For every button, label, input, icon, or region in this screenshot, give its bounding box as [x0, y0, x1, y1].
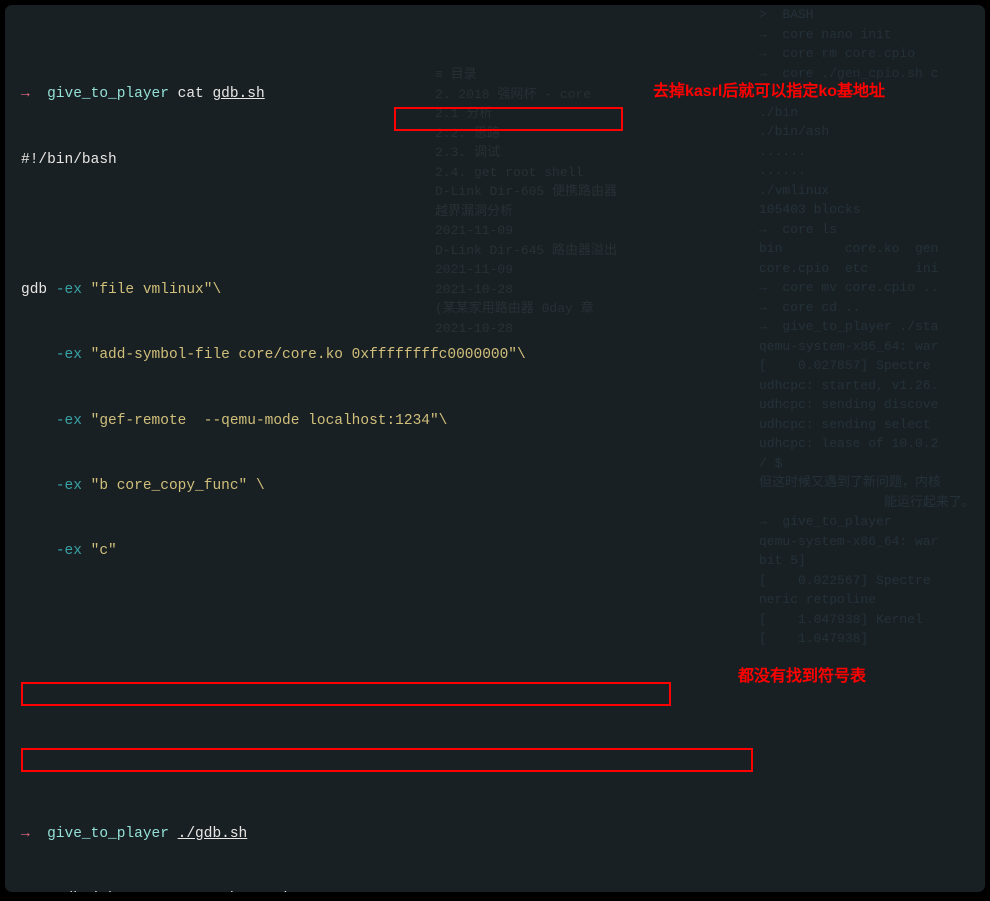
flag-ex: -ex [56, 543, 82, 559]
flag-ex: -ex [56, 282, 82, 298]
prompt-arrow: → [21, 826, 30, 842]
shebang-line: #!/bin/bash [21, 150, 985, 172]
gdb-line-3: "b core_copy_func" \ [91, 478, 265, 494]
prompt-arrow: → [21, 86, 30, 102]
terminal-window: > BASH→ core nano init→ core rm core.cpi… [4, 4, 986, 893]
cmd-run: ./gdb.sh [178, 826, 248, 842]
gdb-line-1: "add-symbol-file core/core.ko 0xffffffff… [91, 347, 526, 363]
annotation-top: 去掉kasrl后就可以指定ko基地址 [653, 80, 885, 104]
annotation-box-addr [394, 107, 623, 131]
prompt-path: give_to_player [47, 86, 169, 102]
annotation-mid: 都没有找到符号表 [738, 665, 866, 689]
annotation-box-read1 [21, 682, 671, 706]
annotation-box-read2 [21, 748, 753, 772]
flag-ex: -ex [56, 347, 82, 363]
gdb-line-0: "file vmlinux"\ [91, 282, 222, 298]
flag-ex: -ex [56, 413, 82, 429]
prompt-path: give_to_player [47, 826, 169, 842]
gdb-line-4: "c" [91, 543, 117, 559]
arg-gdbsh: gdb.sh [212, 86, 264, 102]
gdb-line-2: "gef-remote --qemu-mode localhost:1234"\ [91, 413, 448, 429]
out-line: GNU gdb (Ubuntu 8.1.1-0ubuntu1) 8.1.1 [21, 889, 985, 893]
cmd-cat: cat [178, 86, 204, 102]
flag-ex: -ex [56, 478, 82, 494]
gdb-cmd: gdb [21, 282, 47, 298]
